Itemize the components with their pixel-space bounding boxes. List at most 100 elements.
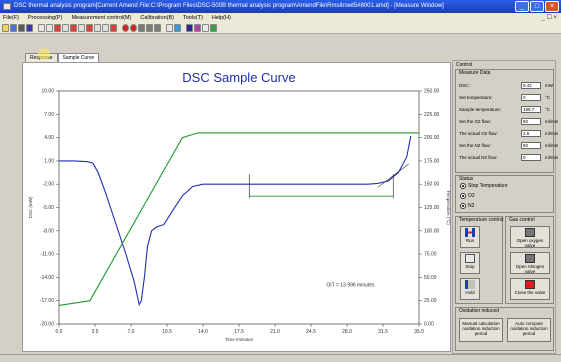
y-right-tick-label: 50.00 [424, 275, 437, 281]
menu-tools[interactable]: Tools(T) [183, 15, 203, 21]
grid-icon[interactable] [94, 24, 101, 32]
curve-icon[interactable] [78, 24, 85, 32]
dsc-chart[interactable]: DSC Sample Curve 0.0 3.5 7.0 10.5 14.0 17.5 21.… [23, 63, 452, 353]
close-valve-button[interactable]: Close the valve [510, 278, 550, 300]
y-left-axis-label: DSC (mW) [28, 196, 33, 218]
close-button[interactable]: × [545, 1, 559, 12]
field-unit: ml/min [545, 143, 559, 148]
field-label: DSC： [459, 83, 474, 88]
auto-compute-button[interactable]: Auto compute oxidation induction period [507, 318, 551, 342]
settings-icon[interactable] [154, 24, 161, 32]
help-icon[interactable] [202, 24, 209, 32]
measure-data-title: Measure Data [459, 70, 491, 76]
record-icon[interactable] [122, 24, 129, 32]
x-tick-label: 10.5 [162, 329, 172, 335]
y-right-tick-label: 200.00 [424, 135, 440, 141]
oxidation-induced-group: Oxidation induced Manual calculation oxi… [455, 307, 554, 351]
field-unit: ml/min [545, 155, 559, 160]
x-tick-label: 17.5 [234, 329, 244, 335]
chart-icon[interactable] [174, 24, 181, 32]
gas-control-title: Gas control [509, 217, 535, 223]
menu-bar: File(F) Processing(P) Measurement contro… [0, 13, 561, 23]
tangent-icon[interactable] [110, 24, 117, 32]
menu-calibration[interactable]: Calibration(B) [140, 15, 174, 21]
valve-icon [525, 254, 535, 263]
text-icon[interactable] [166, 24, 173, 32]
report-icon[interactable] [194, 24, 201, 32]
open-file-icon[interactable] [2, 24, 9, 32]
stop-icon[interactable] [130, 24, 137, 32]
lock-icon[interactable] [138, 24, 145, 32]
print-icon[interactable] [18, 24, 25, 32]
zoom-in-icon[interactable] [38, 24, 45, 32]
menu-processing[interactable]: Processing(P) [28, 15, 63, 21]
status-bar [0, 354, 561, 362]
maximize-button[interactable]: □ [530, 1, 544, 12]
status-indicator-icon [460, 202, 466, 209]
tab-strip: Response Sample Curve [25, 53, 100, 62]
field-label: Set temperature: [459, 95, 493, 100]
field-label: Sample temperature: [459, 107, 502, 112]
tab-sample-curve[interactable]: Sample Curve [57, 53, 100, 62]
flag-icon[interactable] [86, 24, 93, 32]
stop-icon [465, 254, 475, 263]
hold-button[interactable]: Hold [460, 278, 480, 300]
x-tick-label: 3.5 [92, 329, 99, 335]
marker-icon[interactable] [70, 24, 77, 32]
status-stop-temperature: Stop Temperature [460, 182, 508, 190]
y-left-tick-label: -2.00 [43, 182, 55, 188]
window-controls: _ □ × [515, 1, 559, 12]
y-right-tick-label: 225.00 [424, 112, 440, 118]
y-right-tick-label: 150.00 [424, 182, 440, 188]
field-label: Set the O2 flow: [459, 119, 492, 124]
unlock-icon[interactable] [146, 24, 153, 32]
open-oxygen-valve-button[interactable]: Open oxygen valve [510, 226, 550, 248]
gas-control-group: Gas control Open oxygen valve Open nitro… [505, 216, 554, 304]
pointer-icon[interactable] [210, 24, 217, 32]
stop-button[interactable]: Stop [460, 252, 480, 274]
menu-measurement-control[interactable]: Measurement control(M) [71, 15, 131, 21]
plot-frame [58, 90, 420, 325]
hold-icon [465, 280, 475, 289]
y-left-tick-label: 4.00 [44, 135, 54, 141]
set-o2-flow-value[interactable]: 50 [521, 118, 541, 125]
toolbar [0, 23, 561, 34]
calc-icon[interactable] [54, 24, 61, 32]
y-right-tick-label: 0.00 [424, 322, 434, 328]
stop-label: Stop [465, 264, 475, 269]
app-icon [3, 3, 11, 10]
menu-file[interactable]: File(F) [3, 15, 19, 21]
baseline-icon[interactable] [102, 24, 109, 32]
set-temperature-value[interactable]: 0 [521, 94, 541, 101]
calendar-icon[interactable] [186, 24, 193, 32]
set-n2-flow-value[interactable]: 50 [521, 142, 541, 149]
plot-panel: DSC Sample Curve 0.0 3.5 7.0 10.5 14.0 17.5 21.… [22, 62, 451, 352]
field-set-o2-flow: Set the O2 flow: 50 ml/min [459, 118, 558, 126]
mdi-window-controls[interactable]: _ ☐ × [541, 14, 557, 21]
window-title: DSC thermal analysis program[Current Ame… [14, 3, 444, 9]
dsc-value: 9.42 [521, 82, 541, 89]
save-icon[interactable] [10, 24, 17, 32]
data-icon[interactable] [26, 24, 33, 32]
status-group: Status Stop Temperature O2 N2 [455, 175, 554, 213]
axis-icon[interactable] [62, 24, 69, 32]
valve-icon [525, 228, 535, 237]
x-tick-label: 28.0 [342, 329, 352, 335]
field-label: Set the N2 flow: [459, 143, 491, 148]
zoom-out-icon[interactable] [46, 24, 53, 32]
field-set-n2-flow: Set the N2 flow: 50 ml/min [459, 142, 559, 150]
x-tick-label: 7.0 [128, 329, 135, 335]
x-tick-label: 31.5 [378, 329, 388, 335]
manual-calculation-button[interactable]: Manual calculation oxidation induction p… [459, 318, 503, 342]
hold-label: Hold [465, 290, 475, 295]
minimize-button[interactable]: _ [515, 1, 529, 12]
run-button[interactable]: Run [460, 226, 480, 248]
field-set-temperature: Set temperature: 0 °C [459, 94, 555, 102]
temperature-control-group: Temperature control Run Stop Hold [455, 216, 503, 304]
open-nitrogen-valve-button[interactable]: Open nitrogen valve [510, 252, 550, 274]
status-label: Stop Temperature [468, 183, 508, 189]
status-indicator-icon [460, 182, 466, 189]
menu-help[interactable]: Help(H) [212, 15, 231, 21]
x-axis-label: Time /minutes [225, 337, 254, 342]
y-left-tick-label: -5.00 [43, 205, 55, 211]
